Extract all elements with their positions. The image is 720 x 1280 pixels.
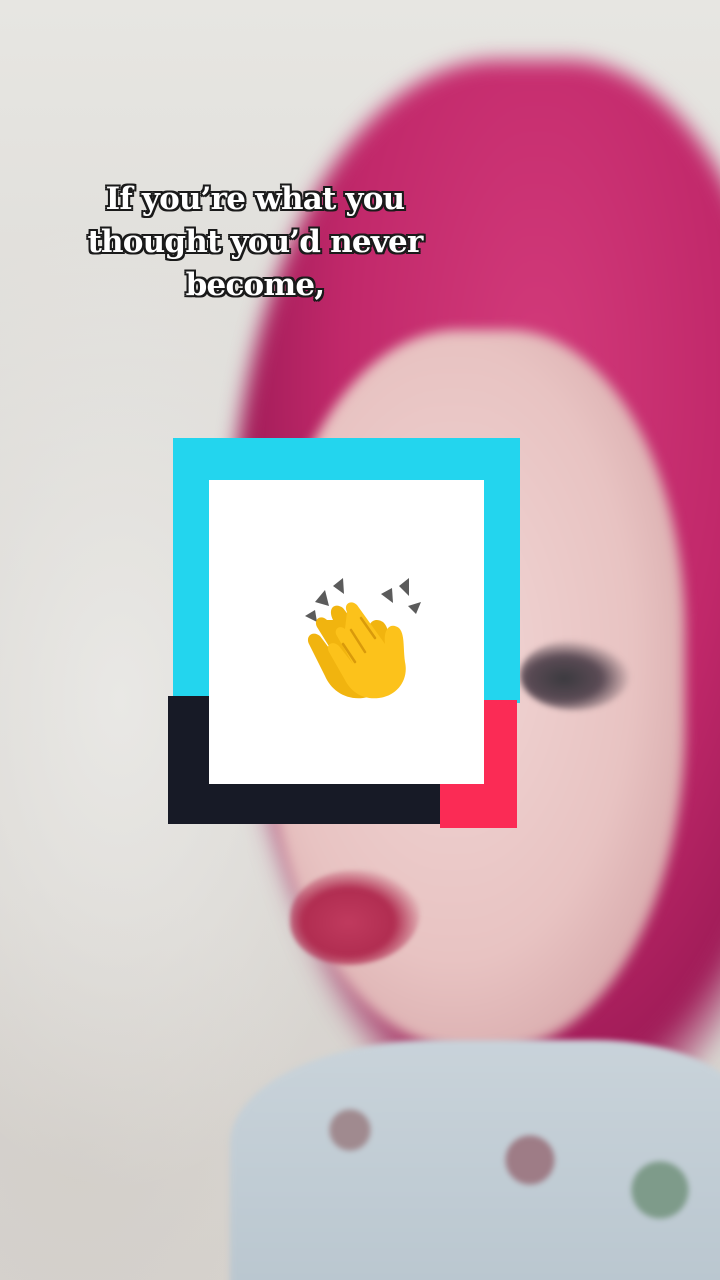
background-eye [520, 640, 630, 710]
caption-line-3: become, [185, 267, 325, 303]
caption-line-2: thought you’d never [87, 224, 423, 260]
clap-sticker [168, 438, 522, 828]
sticker-card [209, 480, 484, 784]
video-frame[interactable]: If you’re what you thought you’d never b… [0, 0, 720, 1280]
caption-line-1: If you’re what you [105, 181, 406, 217]
video-caption: If you’re what you thought you’d never b… [45, 178, 465, 307]
clapping-hands-icon [305, 578, 421, 699]
background-shirt [230, 1040, 720, 1280]
